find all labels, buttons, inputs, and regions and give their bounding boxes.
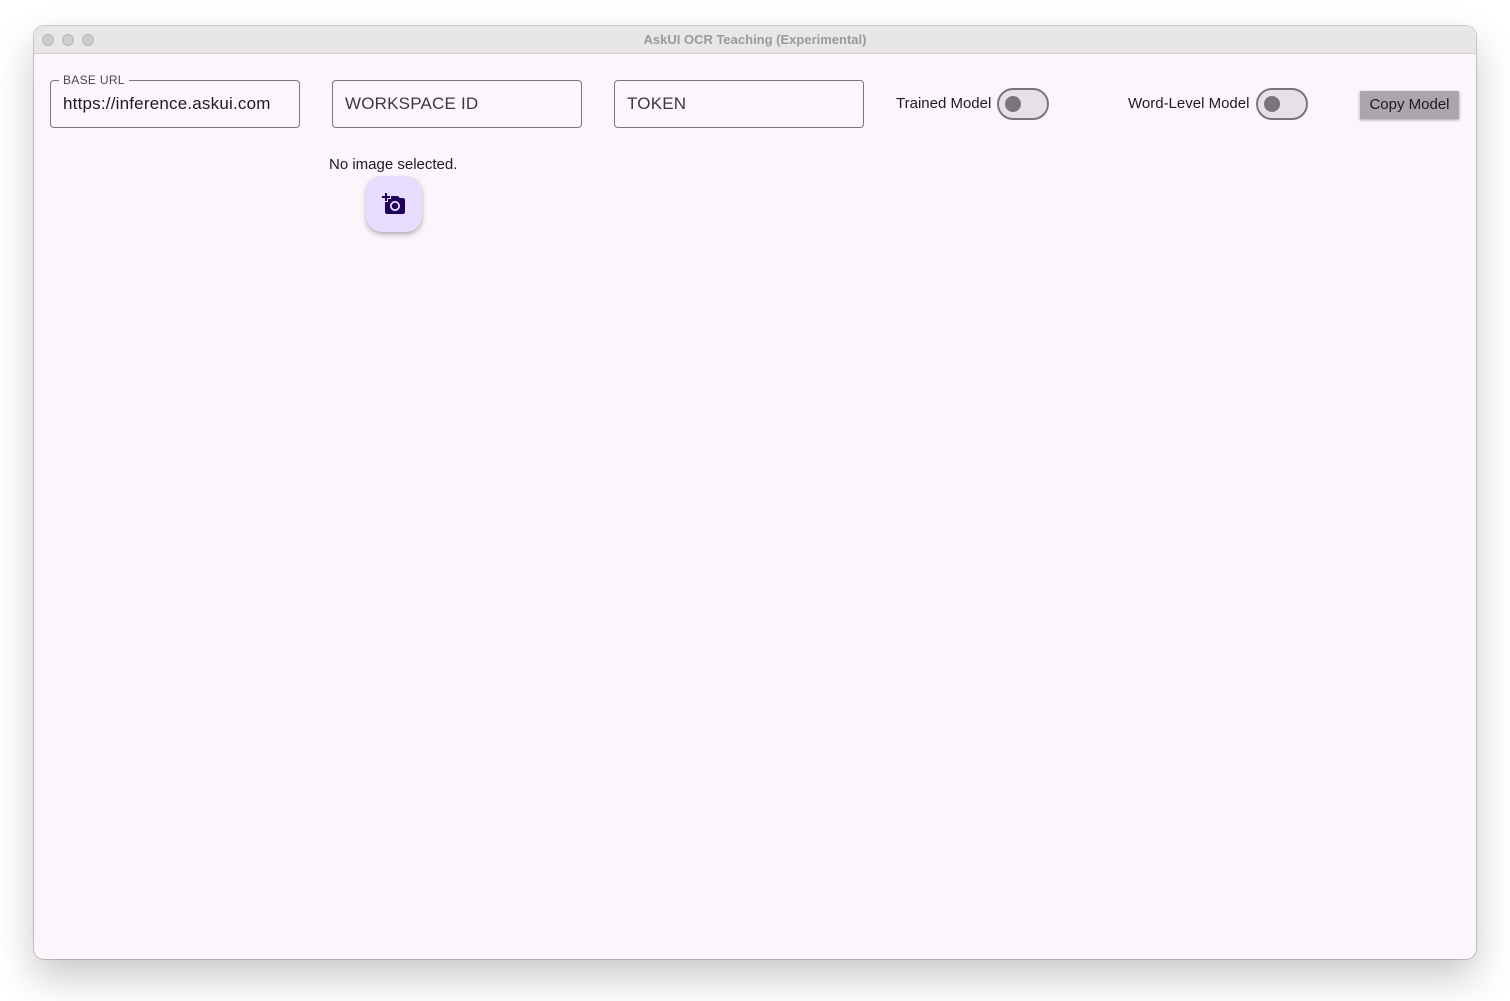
token-field[interactable]: TOKEN (614, 80, 864, 128)
word-level-model-toggle[interactable] (1256, 88, 1308, 120)
toggle-thumb (1005, 96, 1021, 112)
base-url-input[interactable]: https://inference.askui.com (63, 81, 271, 127)
add-image-button[interactable] (366, 176, 422, 232)
toggle-thumb (1264, 96, 1280, 112)
base-url-field[interactable]: BASE URL https://inference.askui.com (50, 73, 300, 128)
window-title: AskUI OCR Teaching (Experimental) (643, 32, 867, 47)
trained-model-toggle[interactable] (997, 88, 1049, 120)
workspace-id-field[interactable]: WORKSPACE ID (332, 80, 582, 128)
token-input[interactable]: TOKEN (627, 81, 686, 127)
copy-model-button[interactable]: Copy Model (1360, 91, 1459, 119)
workspace-id-input[interactable]: WORKSPACE ID (345, 81, 478, 127)
title-bar: AskUI OCR Teaching (Experimental) (34, 26, 1476, 54)
word-level-model-label: Word-Level Model (1128, 95, 1250, 112)
no-image-status: No image selected. (329, 156, 458, 173)
trained-model-label: Trained Model (896, 95, 992, 112)
app-window: AskUI OCR Teaching (Experimental) BASE U… (34, 26, 1476, 959)
add-a-photo-icon (382, 193, 405, 214)
